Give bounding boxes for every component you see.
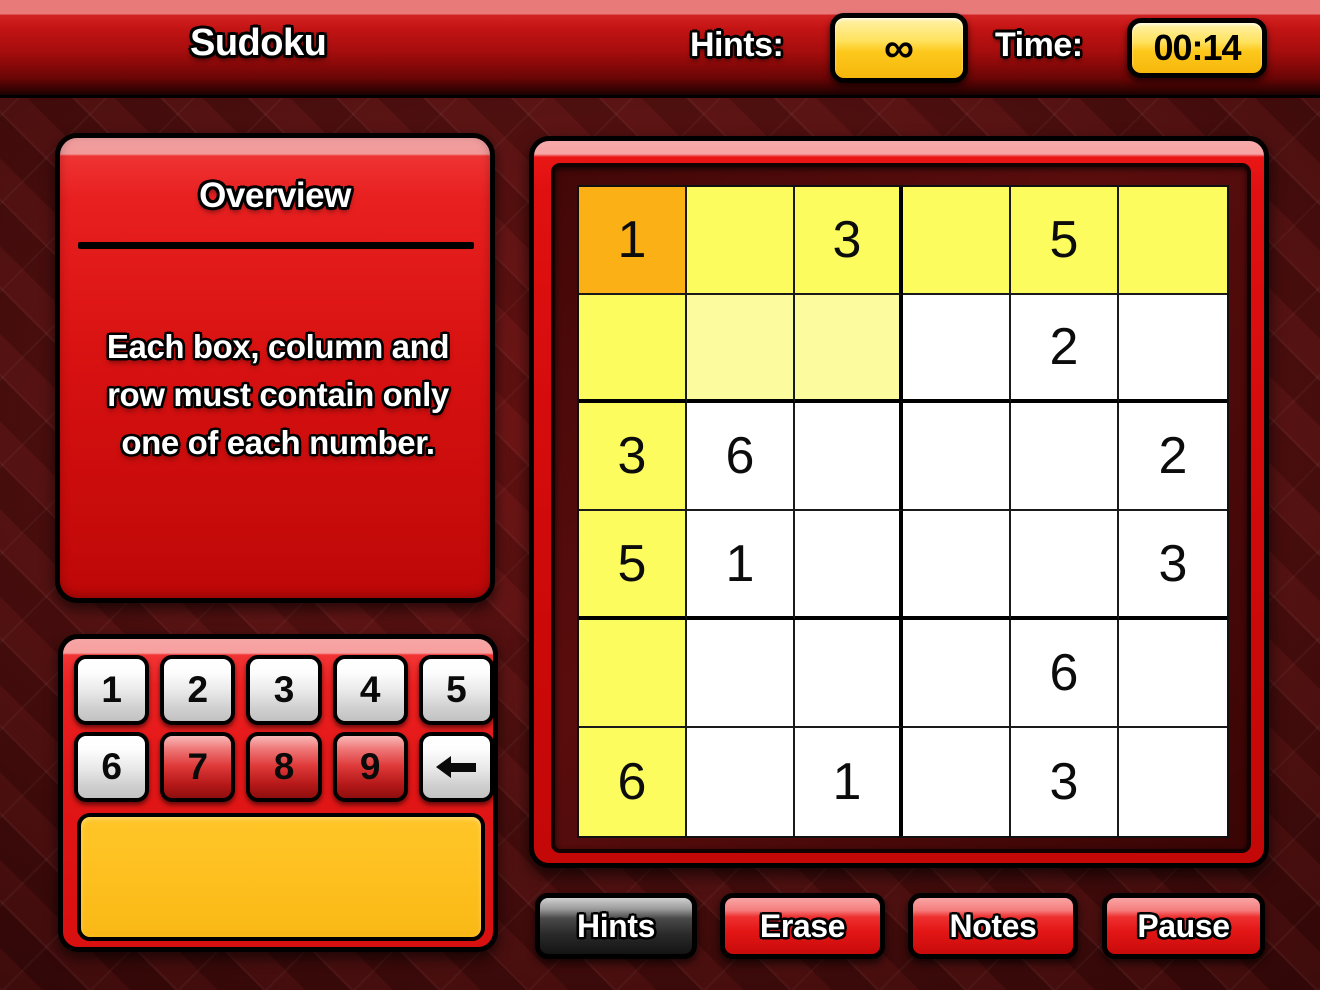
number-pad-row-2: 6789 (74, 732, 495, 802)
sudoku-cell-r5c3[interactable] (903, 727, 1011, 836)
sudoku-cell-r1c3[interactable] (903, 295, 1011, 404)
numpad-key-4[interactable]: 4 (332, 655, 408, 725)
sudoku-grid[interactable]: 13523625136613 (577, 185, 1229, 838)
overview-title: Overview (199, 176, 351, 215)
sudoku-cell-r1c5[interactable] (1119, 295, 1227, 404)
notes-button[interactable]: Notes (908, 893, 1078, 959)
sudoku-cell-r5c0[interactable]: 6 (579, 727, 687, 836)
numpad-key-3[interactable]: 3 (246, 655, 322, 725)
sudoku-cell-r1c1[interactable] (687, 295, 795, 404)
page-title: Sudoku (190, 22, 327, 64)
back-arrow-icon (436, 756, 477, 778)
sudoku-board-bezel: 13523625136613 (551, 163, 1251, 853)
numpad-key-9: 9 (332, 732, 408, 802)
numpad-key-2[interactable]: 2 (160, 655, 236, 725)
number-pad-row-1: 12345 (74, 655, 495, 725)
sudoku-cell-r2c2[interactable] (795, 403, 903, 512)
notes-display-area[interactable] (77, 813, 485, 941)
sudoku-cell-r1c4[interactable]: 2 (1011, 295, 1119, 404)
sudoku-cell-r5c5[interactable] (1119, 727, 1227, 836)
sudoku-cell-r0c5[interactable] (1119, 187, 1227, 296)
sudoku-cell-r1c0[interactable] (579, 295, 687, 404)
overview-divider (78, 242, 474, 249)
hints-button[interactable]: Hints (535, 893, 697, 959)
sudoku-cell-r4c4[interactable]: 6 (1011, 619, 1119, 728)
game-screen: Sudoku Hints: ∞ Time: 00:14 Overview Eac… (0, 0, 1320, 990)
sudoku-cell-r2c0[interactable]: 3 (579, 403, 687, 512)
sudoku-cell-r4c2[interactable] (795, 619, 903, 728)
hints-count-badge: ∞ (830, 13, 968, 83)
numpad-key-7: 7 (160, 732, 236, 802)
sudoku-cell-r0c2[interactable]: 3 (795, 187, 903, 296)
sudoku-cell-r3c4[interactable] (1011, 511, 1119, 620)
sudoku-cell-r3c2[interactable] (795, 511, 903, 620)
sudoku-cell-r4c3[interactable] (903, 619, 1011, 728)
sudoku-cell-r4c1[interactable] (687, 619, 795, 728)
numpad-key-5[interactable]: 5 (418, 655, 495, 725)
sudoku-cell-r4c5[interactable] (1119, 619, 1227, 728)
numpad-key-6[interactable]: 6 (74, 732, 150, 802)
timer-badge: 00:14 (1127, 18, 1267, 78)
hints-label: Hints: (690, 26, 784, 64)
sudoku-cell-r0c4[interactable]: 5 (1011, 187, 1119, 296)
sudoku-cell-r2c4[interactable] (1011, 403, 1119, 512)
sudoku-cell-r3c1[interactable]: 1 (687, 511, 795, 620)
sudoku-board-frame: 13523625136613 (529, 136, 1269, 868)
numpad-key-8: 8 (246, 732, 322, 802)
sudoku-cell-r3c5[interactable]: 3 (1119, 511, 1227, 620)
sudoku-cell-r0c0[interactable]: 1 (579, 187, 687, 296)
top-bar: Sudoku Hints: ∞ Time: 00:14 (0, 0, 1320, 98)
sudoku-cell-r3c0[interactable]: 5 (579, 511, 687, 620)
overview-body-text: Each box, column and row must contain on… (106, 328, 450, 461)
sudoku-cell-r2c5[interactable]: 2 (1119, 403, 1227, 512)
sudoku-cell-r5c4[interactable]: 3 (1011, 727, 1119, 836)
erase-button[interactable]: Erase (720, 893, 885, 959)
sudoku-cell-r5c2[interactable]: 1 (795, 727, 903, 836)
time-label: Time: (995, 26, 1083, 64)
sudoku-cell-r2c1[interactable]: 6 (687, 403, 795, 512)
sudoku-cell-r0c3[interactable] (903, 187, 1011, 296)
sudoku-cell-r5c1[interactable] (687, 727, 795, 836)
numpad-erase-key[interactable] (418, 732, 495, 802)
number-pad-panel: 12345 6789 (58, 634, 498, 952)
sudoku-cell-r1c2[interactable] (795, 295, 903, 404)
sudoku-cell-r3c3[interactable] (903, 511, 1011, 620)
numpad-key-1[interactable]: 1 (74, 655, 150, 725)
sudoku-cell-r0c1[interactable] (687, 187, 795, 296)
sudoku-cell-r2c3[interactable] (903, 403, 1011, 512)
overview-panel: Overview Each box, column and row must c… (55, 133, 495, 603)
sudoku-cell-r4c0[interactable] (579, 619, 687, 728)
pause-button[interactable]: Pause (1102, 893, 1265, 959)
